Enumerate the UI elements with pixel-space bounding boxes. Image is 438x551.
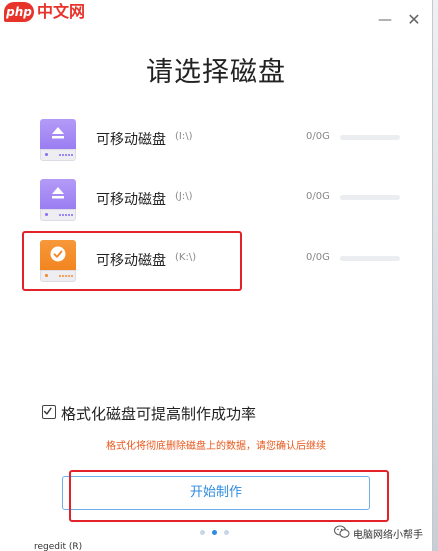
- minimize-button[interactable]: —: [375, 10, 395, 30]
- eject-icon: [52, 127, 64, 139]
- disk-capacity: 0/0G: [306, 131, 330, 142]
- watermark-site-name: 中文网: [37, 2, 86, 21]
- background-text-fragment: regedit (R): [34, 542, 83, 551]
- start-button-highlight: [69, 470, 389, 522]
- disk-drive-letter: (J:\): [175, 191, 193, 202]
- usb-tool-window: php 中文网 — ✕ 请选择磁盘 可移动磁盘 (I:\) 0/0G 可移动磁盘…: [0, 0, 432, 551]
- php-watermark-logo: php 中文网: [4, 2, 94, 28]
- format-warning-text: 格式化将彻底删除磁盘上的数据，请您确认后继续: [106, 441, 326, 452]
- disk-capacity-bar: [340, 195, 400, 200]
- disk-capacity: 0/0G: [306, 252, 330, 263]
- wechat-account-name: 电脑网络小帮手: [353, 530, 423, 541]
- pagination-dot[interactable]: [224, 530, 229, 535]
- disk-capacity-bar: [340, 135, 400, 140]
- disk-name: 可移动磁盘: [96, 192, 166, 208]
- page-title: 请选择磁盘: [146, 57, 286, 88]
- eject-icon: [52, 187, 64, 199]
- selected-disk-highlight: [22, 231, 242, 291]
- disk-capacity: 0/0G: [306, 191, 330, 202]
- wechat-icon: [334, 525, 350, 538]
- pagination-dots: [200, 530, 240, 538]
- checkmark-icon: [43, 407, 52, 415]
- format-checkbox[interactable]: [42, 405, 56, 419]
- format-option-label: 格式化磁盘可提高制作成功率: [61, 405, 257, 423]
- disk-capacity-bar: [340, 256, 400, 261]
- disk-drive-letter: (I:\): [175, 131, 193, 142]
- usb-drive-icon: [40, 119, 76, 163]
- background-window-edge: [432, 0, 438, 551]
- disk-item-j[interactable]: 可移动磁盘 (J:\) 0/0G: [40, 179, 410, 225]
- usb-drive-icon: [40, 179, 76, 223]
- pagination-dot[interactable]: [200, 530, 205, 535]
- disk-item-i[interactable]: 可移动磁盘 (I:\) 0/0G: [40, 119, 410, 165]
- close-button[interactable]: ✕: [404, 10, 424, 30]
- disk-name: 可移动磁盘: [96, 132, 166, 148]
- format-option[interactable]: 格式化磁盘可提高制作成功率: [42, 403, 402, 425]
- pagination-dot-active[interactable]: [212, 530, 217, 535]
- watermark-php-badge: php: [4, 2, 34, 22]
